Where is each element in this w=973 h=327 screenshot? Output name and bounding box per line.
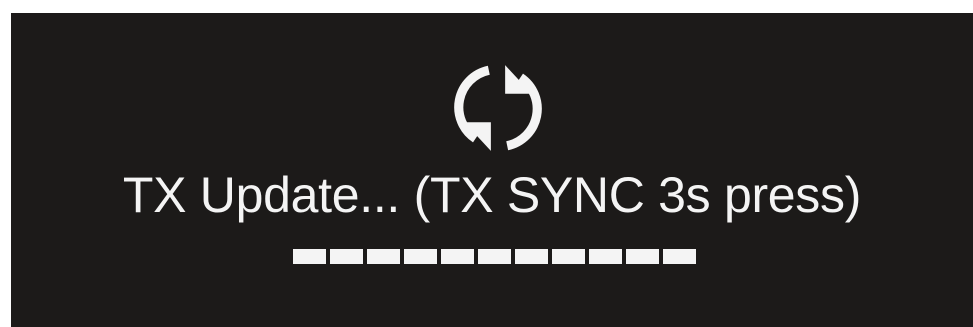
status-text: TX Update... (TX SYNC 3s press)	[122, 167, 862, 223]
progress-segment	[589, 249, 622, 264]
progress-segment	[478, 249, 511, 264]
progress-bar	[293, 249, 700, 264]
progress-segment	[515, 249, 548, 264]
device-display-screen: TX Update... (TX SYNC 3s press)	[11, 13, 973, 327]
progress-segment	[404, 249, 437, 264]
progress-segment	[663, 249, 696, 264]
progress-segment	[441, 249, 474, 264]
progress-segment	[552, 249, 585, 264]
progress-segment	[367, 249, 400, 264]
progress-segment	[330, 249, 363, 264]
progress-segment	[626, 249, 659, 264]
progress-segment	[293, 249, 326, 264]
sync-icon	[454, 65, 542, 151]
